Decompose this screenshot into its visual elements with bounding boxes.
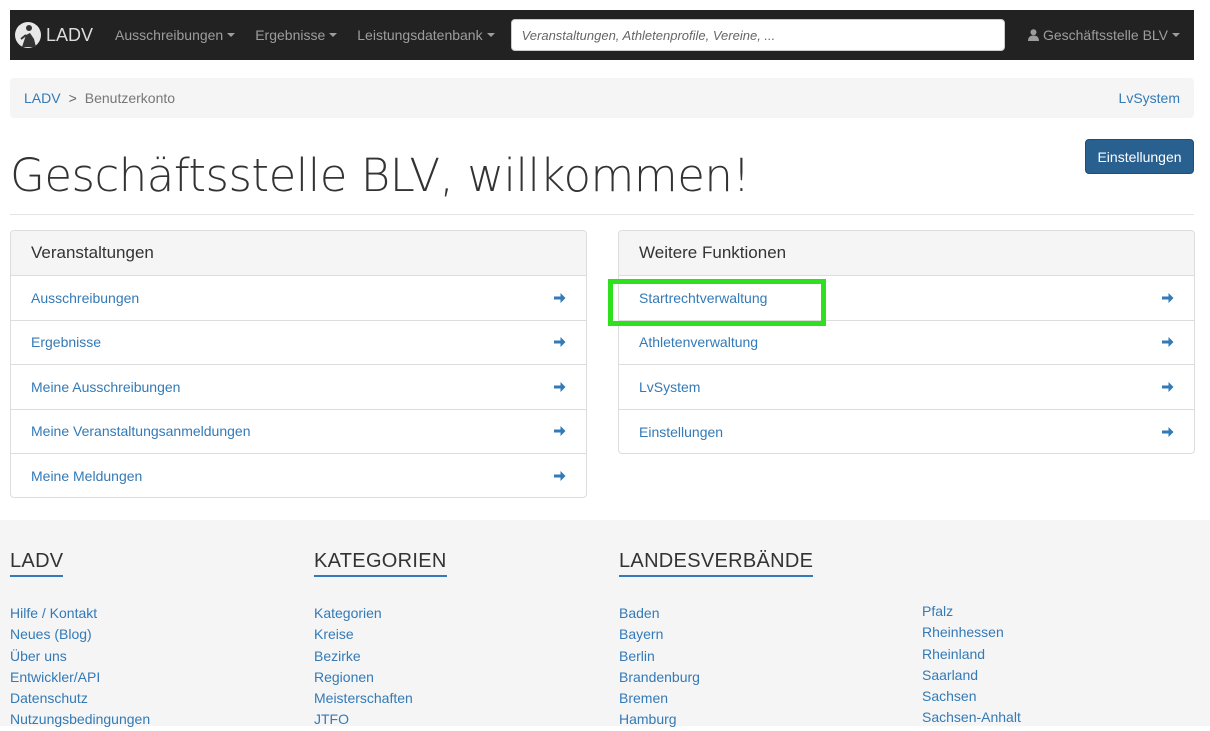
panel-heading: Veranstaltungen	[11, 231, 586, 276]
caret-down-icon	[329, 33, 338, 37]
footer-heading: LADV	[10, 550, 64, 581]
arrow-right-icon	[554, 471, 566, 482]
list-item-label: Athletenverwaltung	[639, 334, 759, 351]
highlight-box	[608, 279, 826, 326]
arrow-right-icon	[554, 381, 566, 392]
arrow-right-icon	[554, 337, 566, 348]
list-item-meine-meldungen[interactable]: Meine Meldungen	[11, 454, 586, 497]
footer-link[interactable]: Neues (Blog)	[10, 624, 150, 645]
footer-link[interactable]: Regionen	[314, 667, 447, 688]
nav-leistungsdatenbank-dropdown[interactable]: Leistungsdatenbank	[347, 10, 504, 60]
arrow-right-icon	[1162, 292, 1174, 303]
brand-link[interactable]: LADV	[10, 10, 105, 60]
footer-link[interactable]: Hamburg	[619, 709, 813, 730]
footer-heading: KATEGORIEN	[314, 550, 447, 581]
list-item-lvsystem[interactable]: LvSystem	[619, 365, 1194, 410]
nav-label: Leistungsdatenbank	[357, 27, 483, 43]
list-item-label: Meine Veranstaltungsanmeldungen	[31, 423, 251, 440]
list-item-label: Meine Meldungen	[31, 468, 143, 485]
footer-link-list: Baden Bayern Berlin Brandenburg Bremen Hambur…	[619, 603, 813, 731]
footer-link[interactable]: Brandenburg	[619, 667, 813, 688]
list-item-label: Ergebnisse	[31, 334, 102, 351]
footer-link[interactable]: Berlin	[619, 646, 813, 667]
ladv-logo-icon	[15, 22, 41, 48]
list-item-einstellungen[interactable]: Einstellungen	[619, 410, 1194, 454]
footer-link[interactable]: JTFO	[314, 709, 447, 730]
footer-link[interactable]: Saarland	[922, 665, 1021, 686]
panel-heading: Weitere Funktionen	[619, 231, 1194, 276]
footer-link[interactable]: Über uns	[10, 646, 150, 667]
footer-ladv-column: LADV Hilfe / Kontakt Neues (Blog) Über uns…	[10, 550, 150, 731]
user-menu-dropdown[interactable]: Geschäftsstelle BLV	[1018, 10, 1194, 60]
page-title: Geschäftsstelle BLV, willkommen!	[10, 149, 750, 202]
breadcrumb-separator: >	[68, 90, 77, 106]
top-navbar: LADV Ausschreibungen Ergebnisse Leistung…	[10, 10, 1194, 60]
weitere-funktionen-panel: Weitere Funktionen Startrechtverwaltung …	[618, 230, 1195, 454]
footer-link[interactable]: Bezirke	[314, 646, 447, 667]
list-item-meine-ausschreibungen[interactable]: Meine Ausschreibungen	[11, 365, 586, 410]
footer-landesverbaende-column: LANDESVERBÄNDE Baden Bayern Berlin Brandenb…	[619, 550, 814, 731]
caret-down-icon	[227, 33, 236, 37]
footer-heading-text: LADV	[10, 550, 64, 572]
footer-link[interactable]: Baden	[619, 603, 813, 624]
list-item-label: Meine Ausschreibungen	[31, 378, 181, 395]
nav-label: Ausschreibungen	[115, 27, 224, 43]
breadcrumb-current: Benutzerkonto	[84, 90, 176, 106]
caret-down-icon	[486, 33, 495, 37]
footer-heading-text: LANDESVERBÄNDE	[619, 550, 814, 572]
footer: LADV Hilfe / Kontakt Neues (Blog) Über uns…	[0, 520, 1210, 729]
veranstaltungen-panel: Veranstaltungen Ausschreibungen Ergebnis…	[10, 230, 587, 498]
footer-link-list: Kategorien Kreise Bezirke Regionen Meistersc…	[314, 603, 447, 731]
heading-underline	[10, 575, 64, 577]
footer-landesverbaende-column-2: Pfalz Rheinhessen Rheinland Saarland Sachsen…	[922, 579, 1021, 729]
heading-underline	[619, 575, 814, 577]
arrow-right-icon	[554, 292, 566, 303]
global-search-input[interactable]	[510, 19, 1005, 51]
lvsystem-link[interactable]: LvSystem	[1119, 90, 1180, 106]
arrow-right-icon	[1162, 337, 1174, 348]
footer-heading: LANDESVERBÄNDE	[619, 550, 814, 581]
footer-link[interactable]: Pfalz	[922, 601, 1021, 622]
list-item-athletenverwaltung[interactable]: Athletenverwaltung	[619, 321, 1194, 365]
nav-ausschreibungen-dropdown[interactable]: Ausschreibungen	[105, 10, 245, 60]
footer-link[interactable]: Bremen	[619, 688, 813, 709]
footer-link[interactable]: Hilfe / Kontakt	[10, 603, 150, 624]
footer-link[interactable]: Sachsen	[922, 686, 1021, 707]
arrow-right-icon	[1162, 426, 1174, 437]
footer-link[interactable]: Kreise	[314, 624, 447, 645]
footer-link-list: Pfalz Rheinhessen Rheinland Saarland Sachsen…	[922, 601, 1021, 729]
footer-link[interactable]: Entwickler/API	[10, 667, 150, 688]
arrow-right-icon	[1162, 381, 1174, 392]
list-item-label: Ausschreibungen	[31, 289, 140, 306]
breadcrumb: LADV > Benutzerkonto LvSystem	[10, 78, 1194, 118]
footer-link[interactable]: Meisterschaften	[314, 688, 447, 709]
list-item-label: LvSystem	[639, 378, 701, 395]
list-item-ausschreibungen[interactable]: Ausschreibungen	[11, 276, 586, 321]
list-item-ergebnisse[interactable]: Ergebnisse	[11, 321, 586, 365]
footer-link[interactable]: Kategorien	[314, 603, 447, 624]
footer-kategorien-column: KATEGORIEN Kategorien Kreise Bezirke Region…	[314, 550, 447, 731]
breadcrumb-root-link[interactable]: LADV	[24, 90, 61, 106]
header-divider	[10, 214, 1194, 215]
nav-label: Ergebnisse	[255, 27, 326, 43]
footer-link[interactable]: Nutzungsbedingungen	[10, 709, 150, 730]
footer-link[interactable]: Datenschutz	[10, 688, 150, 709]
footer-link[interactable]: Rheinland	[922, 644, 1021, 665]
user-name-label: Geschäftsstelle BLV	[1042, 27, 1168, 43]
list-item-label: Einstellungen	[639, 423, 724, 440]
footer-link[interactable]: Rheinhessen	[922, 622, 1021, 643]
user-icon	[1027, 29, 1039, 41]
settings-button[interactable]: Einstellungen	[1085, 139, 1194, 174]
footer-link[interactable]: Bayern	[619, 624, 813, 645]
arrow-right-icon	[554, 426, 566, 437]
brand-label: LADV	[46, 24, 94, 45]
footer-link-list: Hilfe / Kontakt Neues (Blog) Über uns Entwi…	[10, 603, 150, 731]
nav-ergebnisse-dropdown[interactable]: Ergebnisse	[245, 10, 347, 60]
footer-heading-text: KATEGORIEN	[314, 550, 447, 572]
heading-underline	[314, 575, 447, 577]
caret-down-icon	[1172, 33, 1180, 37]
list-item-meine-veranstaltungsanmeldungen[interactable]: Meine Veranstaltungsanmeldungen	[11, 410, 586, 454]
